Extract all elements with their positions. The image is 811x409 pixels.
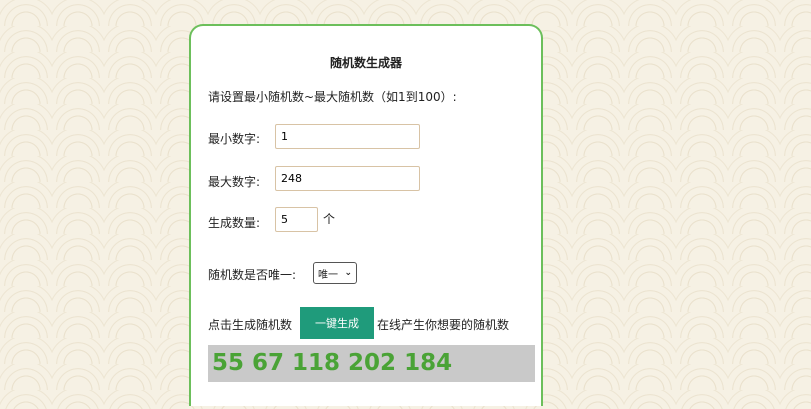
count-unit: 个 xyxy=(323,212,336,226)
max-number-input[interactable] xyxy=(275,166,420,191)
min-number-label: 最小数字: xyxy=(208,132,261,146)
unique-select[interactable]: 唯一 ⌄ xyxy=(313,262,357,284)
min-number-input[interactable] xyxy=(275,124,420,149)
generate-prefix-text: 点击生成随机数 xyxy=(208,318,293,332)
generator-card: 随机数生成器 请设置最小随机数~最大随机数（如1到100）: 最小数字: 最大数… xyxy=(189,24,543,406)
chevron-down-icon: ⌄ xyxy=(344,268,352,278)
unique-label: 随机数是否唯一: xyxy=(208,268,297,282)
result-display: 55 67 118 202 184 xyxy=(208,345,535,382)
generate-suffix-text: 在线产生你想要的随机数 xyxy=(377,318,510,332)
max-number-label: 最大数字: xyxy=(208,175,261,189)
unique-select-value: 唯一 xyxy=(318,269,338,281)
count-label: 生成数量: xyxy=(208,216,261,230)
instruction-text: 请设置最小随机数~最大随机数（如1到100）: xyxy=(208,90,457,104)
generate-button[interactable]: 一键生成 xyxy=(300,307,374,339)
count-input[interactable] xyxy=(275,207,318,232)
page-title: 随机数生成器 xyxy=(329,56,402,70)
